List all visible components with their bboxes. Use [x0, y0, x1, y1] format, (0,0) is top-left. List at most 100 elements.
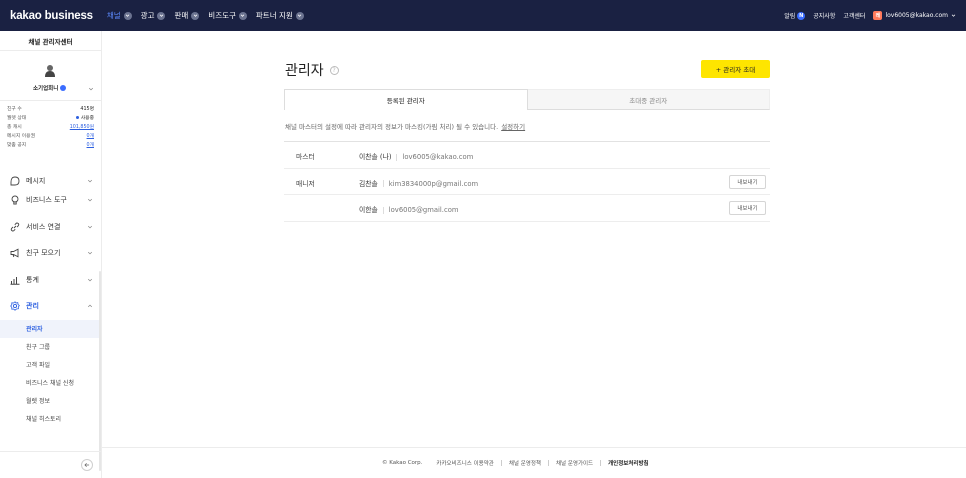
- nav-ads[interactable]: 광고: [141, 10, 166, 21]
- invite-admin-button[interactable]: + 관리자 초대: [701, 60, 770, 78]
- bar-chart-icon: [10, 275, 20, 285]
- notice-text: 채널 마스터의 설정에 따라 관리자의 정보가 마스킹(가림 처리) 될 수 있…: [285, 123, 499, 131]
- nav-sales[interactable]: 판매: [174, 10, 200, 21]
- footer-links: © Kakao Corp. 카카오비즈니스 이용약관 채널 운영정책 채널 운영…: [382, 459, 649, 467]
- help-icon[interactable]: ?: [329, 65, 339, 75]
- nav-label: 광고: [140, 11, 155, 20]
- sidebar-item-label: 친구 모으기: [26, 249, 61, 258]
- chevron-down-icon[interactable]: [88, 86, 94, 92]
- divider: [500, 460, 502, 466]
- nav-label: 비즈도구: [208, 11, 236, 20]
- masking-notice: 채널 마스터의 설정에 따라 관리자의 정보가 마스킹(가림 처리) 될 수 있…: [285, 121, 525, 131]
- admin-row: 이한솔 lov6005@gmail.com 내보내기: [284, 195, 770, 222]
- nav-label: 파트너 지원: [255, 11, 293, 20]
- management-submenu: 관리자 친구 그룹 고객 파일 비즈니스 채널 신청 월렛 정보 채널 히스토리: [0, 319, 101, 428]
- nav-biz-tools[interactable]: 비즈도구: [208, 10, 247, 21]
- top-navigation-bar: kakao business 채널 광고 판매 비즈도구 파트너 지원 알림 N…: [0, 0, 966, 31]
- stat-value-text: 사용중: [80, 116, 94, 121]
- sidebar-item-label: 서비스 연결: [26, 222, 61, 231]
- submenu-item-admins[interactable]: 관리자: [0, 319, 101, 338]
- chevron-down-icon: [238, 11, 247, 20]
- sidebar-bottom: [0, 451, 101, 478]
- stat-message-voucher: 메시지 이용권 0개: [7, 131, 94, 140]
- chevron-down-icon: [191, 11, 200, 20]
- export-admin-button[interactable]: 내보내기: [729, 174, 766, 189]
- sidebar-item-gather-friends[interactable]: 친구 모으기: [0, 240, 101, 267]
- submenu-item-business-channel-apply[interactable]: 비즈니스 채널 신청: [0, 374, 101, 392]
- stat-value-link[interactable]: 0개: [87, 132, 94, 139]
- admin-email: lov6005@gmail.com: [388, 206, 459, 214]
- stat-value-link[interactable]: 0개: [87, 141, 94, 148]
- collapse-sidebar-button[interactable]: [81, 459, 93, 471]
- status-dot: [75, 116, 79, 119]
- notifications-link[interactable]: 알림 N: [784, 11, 806, 20]
- divider: [396, 153, 398, 161]
- copyright: © Kakao Corp.: [382, 460, 423, 466]
- footer-link-terms[interactable]: 카카오비즈니스 이용약관: [436, 459, 493, 467]
- chevron-down-icon: [951, 14, 956, 17]
- chevron-down-icon: [87, 225, 93, 229]
- channel-profile-image[interactable]: [44, 64, 56, 77]
- submenu-item-wallet-info[interactable]: 월렛 정보: [0, 392, 101, 410]
- stat-value-link[interactable]: 101,850원: [70, 123, 94, 130]
- sidebar-menu: 메시지 비즈니스 도구 서비스 연결 친구 모으기 통계 관리 관리자 친구 그…: [0, 175, 101, 428]
- message-bubble-icon: [10, 176, 20, 186]
- account-menu[interactable]: 레 lov6005@kakao.com: [873, 11, 956, 20]
- divider: [547, 460, 549, 466]
- sidebar-item-label: 통계: [26, 275, 39, 284]
- admin-info: 이찬솔 (나) lov6005@kakao.com: [359, 151, 473, 161]
- nav-partner-support[interactable]: 파트너 지원: [256, 10, 304, 21]
- page-title-text: 관리자: [285, 63, 324, 79]
- stat-label: 총 캐시: [7, 125, 22, 130]
- channel-name-selector[interactable]: 소기업회니: [33, 84, 67, 92]
- verified-badge-icon: [60, 85, 67, 91]
- notice-link[interactable]: 공지사항: [813, 11, 835, 20]
- nav-label: 채널: [106, 11, 121, 20]
- divider: [600, 460, 602, 466]
- new-badge: N: [797, 11, 806, 20]
- sidebar-item-label: 메시지: [26, 177, 46, 185]
- sidebar-item-management[interactable]: 관리: [0, 293, 101, 320]
- submenu-item-friend-groups[interactable]: 친구 그룹: [0, 338, 101, 356]
- nav-channel[interactable]: 채널: [107, 10, 132, 21]
- page-title: 관리자 ?: [285, 60, 339, 80]
- channel-name: 소기업회니: [33, 86, 59, 92]
- bulb-icon: [10, 195, 20, 205]
- footer-link-channel-policy[interactable]: 채널 운영정책: [509, 459, 541, 467]
- sidebar-scrollbar[interactable]: [99, 271, 101, 471]
- stat-custom-notice: 맞춤 공지 0개: [7, 140, 94, 149]
- admin-role: 마스터: [296, 153, 315, 161]
- admin-row: 마스터 이찬솔 (나) lov6005@kakao.com: [284, 142, 770, 169]
- notifications-label: 알림: [784, 13, 796, 20]
- kakao-business-logo[interactable]: kakao business: [10, 10, 93, 22]
- account-email: lov6005@kakao.com: [885, 12, 948, 19]
- tab-registered-admins[interactable]: 등록된 관리자: [284, 89, 528, 110]
- admin-name: 김찬솔: [359, 179, 378, 188]
- admin-row: 매니저 김찬솔 kim3834000p@gmail.com 내보내기: [284, 169, 770, 195]
- support-link[interactable]: 고객센터: [843, 11, 865, 20]
- sidebar-item-service-connect[interactable]: 서비스 연결: [0, 214, 101, 241]
- gear-icon: [10, 301, 20, 311]
- main-nav: 채널 광고 판매 비즈도구 파트너 지원: [107, 10, 304, 21]
- chevron-down-icon: [87, 199, 93, 202]
- export-admin-button[interactable]: 내보내기: [729, 201, 766, 215]
- chevron-down-icon: [295, 11, 304, 20]
- tab-invited-admins[interactable]: 초대중 관리자: [527, 89, 770, 110]
- admin-name: 이찬솔 (나): [359, 153, 392, 161]
- sidebar-item-biz-tools[interactable]: 비즈니스 도구: [0, 187, 101, 214]
- sidebar: 채널 관리자센터 소기업회니 친구 수 415명 월렛 상태 사용중 총 캐시 …: [0, 31, 102, 478]
- sidebar-item-message[interactable]: 메시지: [0, 175, 101, 187]
- chevron-down-icon: [87, 278, 93, 282]
- chevron-down-icon: [157, 11, 166, 20]
- submenu-item-channel-history[interactable]: 채널 히스토리: [0, 410, 101, 428]
- admin-email: lov6005@kakao.com: [402, 153, 474, 161]
- stat-label: 메시지 이용권: [7, 134, 36, 139]
- chevron-up-icon: [87, 304, 93, 308]
- footer-link-channel-guide[interactable]: 채널 운영가이드: [556, 459, 593, 467]
- footer-link-privacy[interactable]: 개인정보처리방침: [608, 459, 648, 467]
- admin-list: 마스터 이찬솔 (나) lov6005@kakao.com 매니저 김찬솔 kim3…: [284, 141, 770, 222]
- sidebar-item-statistics[interactable]: 통계: [0, 267, 101, 294]
- submenu-item-customer-files[interactable]: 고객 파일: [0, 356, 101, 374]
- settings-link[interactable]: 설정하기: [501, 123, 525, 131]
